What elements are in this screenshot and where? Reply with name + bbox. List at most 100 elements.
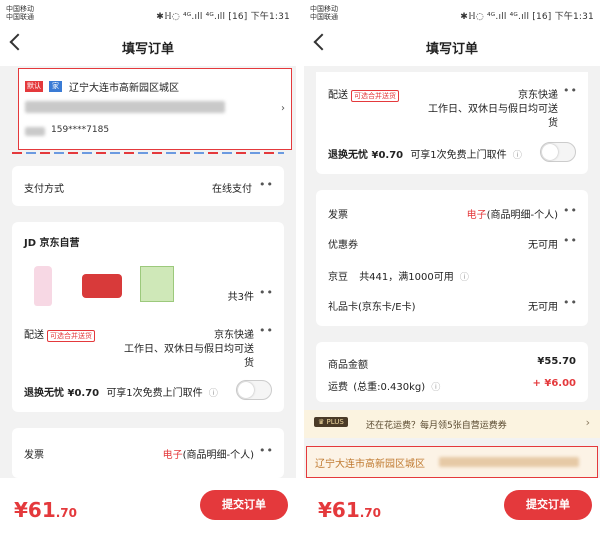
carrier-1: 中国移动 bbox=[6, 5, 34, 13]
invoice-label: 发票 bbox=[328, 210, 348, 221]
bottom-bar: ¥61.70 提交订单 bbox=[0, 478, 296, 540]
jingdou-desc: 共441，满1000可用 bbox=[359, 272, 454, 283]
chevron-right-icon: › bbox=[281, 103, 285, 114]
page-title: 填写订单 bbox=[121, 42, 174, 57]
return-insurance-toggle[interactable] bbox=[540, 142, 576, 162]
submit-order-button[interactable]: 提交订单 bbox=[200, 490, 288, 520]
invoice-detail: (商品明细-个人) bbox=[486, 210, 558, 221]
page-title: 填写订单 bbox=[425, 42, 478, 57]
amount-value: ¥55.70 bbox=[537, 356, 576, 367]
carrier-2: 中国联通 bbox=[6, 13, 34, 21]
shipping-label: 运费 bbox=[328, 382, 348, 393]
plus-badge-text: PLUS bbox=[326, 418, 344, 426]
return-label: 退换无忧 ¥0.70 bbox=[24, 388, 100, 399]
right-screen: 中国移动 中国联通 ✱ℍ◌ ⁴ᴳ.ıll ⁴ᴳ.ıll [16] 下午1:31 … bbox=[304, 0, 600, 540]
plus-banner[interactable]: ♛ PLUS 还在花运费？每月领5张自营运费券 › bbox=[304, 410, 600, 438]
more-dots-icon[interactable]: •• bbox=[563, 204, 578, 217]
delivery-time-1: 工作日、双休日与假日均可送 bbox=[124, 344, 254, 355]
item-count: 共3件 bbox=[227, 292, 254, 303]
delivery-label: 配送 可选合并送货 bbox=[328, 86, 399, 102]
delivery-carrier: 京东快递 bbox=[518, 90, 558, 101]
return-insurance-toggle[interactable] bbox=[236, 380, 272, 400]
merge-delivery-tag[interactable]: 可选合并送货 bbox=[47, 330, 95, 342]
merge-delivery-tag[interactable]: 可选合并送货 bbox=[351, 90, 399, 102]
store-card: JD 京东自营 共3件 •• 配送 可选合并送货 京东快递 •• 工作日、双休日与… bbox=[12, 222, 284, 412]
envelope-stripe bbox=[12, 152, 284, 154]
invoice-value: 电子(商品明细-个人) bbox=[163, 446, 254, 461]
more-dots-icon[interactable]: •• bbox=[259, 324, 274, 337]
return-insurance-label: 退换无忧 ¥0.70 可享1次免费上门取件 ⓘ bbox=[24, 384, 218, 399]
delivery-carrier: 京东快递 bbox=[214, 330, 254, 341]
more-dots-icon[interactable]: •• bbox=[563, 84, 578, 97]
giftcard-value: 无可用 bbox=[528, 302, 558, 313]
return-desc: 可享1次免费上门取件 bbox=[106, 388, 203, 399]
total-price: ¥61.70 bbox=[318, 498, 381, 522]
return-desc: 可享1次免费上门取件 bbox=[410, 150, 507, 161]
status-bar: 中国移动 中国联通 ✱ℍ◌ ⁴ᴳ.ıll ⁴ᴳ.ıll [16] 下午1:31 bbox=[304, 0, 600, 26]
carrier-2: 中国联通 bbox=[310, 13, 338, 21]
delivery-label-text: 配送 bbox=[328, 90, 348, 101]
giftcard-label: 礼品卡(京东卡/E卡) bbox=[328, 302, 416, 313]
more-dots-icon: •• bbox=[259, 178, 274, 191]
address-region: 辽宁大连市高新园区城区 bbox=[69, 83, 179, 94]
address-card[interactable]: 默认 家 辽宁大连市高新园区城区 › 159****7185 bbox=[18, 68, 292, 150]
coupon-value: 无可用 bbox=[528, 240, 558, 251]
product-box-image[interactable] bbox=[140, 266, 174, 302]
status-icons: ✱ℍ◌ ⁴ᴳ.ıll ⁴ᴳ.ıll [16] 下午1:31 bbox=[460, 12, 594, 22]
address-reminder-text: 辽宁大连市高新园区城区 bbox=[315, 459, 425, 470]
price-dec: .70 bbox=[359, 506, 382, 520]
crown-icon: ♛ bbox=[318, 418, 325, 426]
payment-card[interactable]: 支付方式 在线支付 •• bbox=[12, 166, 284, 206]
invoice-value: 电子(商品明细-个人) bbox=[467, 206, 558, 221]
status-icons: ✱ℍ◌ ⁴ᴳ.ıll ⁴ᴳ.ıll [16] 下午1:31 bbox=[156, 12, 290, 22]
product-soap-image[interactable] bbox=[82, 274, 122, 298]
plus-text: 还在花运费？每月领5张自营运费券 bbox=[366, 421, 507, 431]
info-icon[interactable]: ⓘ bbox=[431, 383, 440, 393]
delivery-label-text: 配送 bbox=[24, 330, 44, 341]
amount-label: 商品金额 bbox=[328, 360, 368, 371]
left-screen: 中国移动 中国联通 ✱ℍ◌ ⁴ᴳ.ıll ⁴ᴳ.ıll [16] 下午1:31 … bbox=[0, 0, 296, 540]
home-tag: 家 bbox=[49, 81, 62, 92]
price-int: ¥61 bbox=[14, 498, 56, 522]
default-tag: 默认 bbox=[25, 81, 43, 92]
carrier-info: 中国移动 中国联通 bbox=[310, 5, 338, 21]
nav-bar: 填写订单 bbox=[0, 26, 296, 66]
more-dots-icon: •• bbox=[259, 444, 274, 457]
delivery-label: 配送 可选合并送货 bbox=[24, 326, 95, 342]
payment-value: 在线支付 bbox=[212, 184, 252, 195]
delivery-time-2: 货 bbox=[548, 118, 558, 129]
jingdou-row: 京豆 共441，满1000可用 ⓘ bbox=[328, 268, 469, 283]
amount-card: 商品金额 ¥55.70 运费 (总重:0.430kg) ⓘ + ¥6.00 bbox=[316, 342, 588, 402]
address-reminder-bar[interactable]: 辽宁大连市高新园区城区 bbox=[306, 446, 598, 478]
product-bottle-image[interactable] bbox=[34, 266, 52, 306]
chevron-right-icon: › bbox=[585, 416, 590, 429]
total-price: ¥61.70 bbox=[14, 498, 77, 522]
invoice-type: 电子 bbox=[466, 210, 487, 221]
return-insurance-label: 退换无忧 ¥0.70 可享1次免费上门取件 ⓘ bbox=[328, 146, 522, 161]
jingdou-label: 京豆 bbox=[328, 272, 348, 283]
shipping-value: + ¥6.00 bbox=[532, 378, 577, 389]
status-bar: 中国移动 中国联通 ✱ℍ◌ ⁴ᴳ.ıll ⁴ᴳ.ıll [16] 下午1:31 bbox=[0, 0, 296, 26]
more-dots-icon[interactable]: •• bbox=[563, 234, 578, 247]
carrier-info: 中国移动 中国联通 bbox=[6, 5, 34, 21]
name-blurred bbox=[25, 127, 45, 136]
address-detail-blurred bbox=[439, 457, 579, 467]
price-int: ¥61 bbox=[318, 498, 360, 522]
more-dots-icon[interactable]: •• bbox=[259, 286, 274, 299]
delivery-time-2: 货 bbox=[244, 358, 254, 369]
invoice-type: 电子 bbox=[162, 450, 183, 461]
delivery-card: 配送 可选合并送货 京东快递 •• 工作日、双休日与假日均可送 货 退换无忧 ¥0… bbox=[316, 72, 588, 174]
info-icon[interactable]: ⓘ bbox=[513, 151, 522, 161]
carrier-1: 中国移动 bbox=[310, 5, 338, 13]
info-icon[interactable]: ⓘ bbox=[209, 389, 218, 399]
store-name: JD 京东自营 bbox=[24, 238, 80, 249]
invoice-label: 发票 bbox=[24, 450, 44, 461]
submit-order-button[interactable]: 提交订单 bbox=[504, 490, 592, 520]
info-icon[interactable]: ⓘ bbox=[460, 273, 469, 283]
more-dots-icon[interactable]: •• bbox=[563, 296, 578, 309]
invoice-detail: (商品明细-个人) bbox=[182, 450, 254, 461]
invoice-card[interactable]: 发票 电子(商品明细-个人) •• bbox=[12, 428, 284, 478]
coupon-label: 优惠券 bbox=[328, 240, 358, 251]
nav-bar: 填写订单 bbox=[304, 26, 600, 66]
payment-label: 支付方式 bbox=[24, 184, 64, 195]
